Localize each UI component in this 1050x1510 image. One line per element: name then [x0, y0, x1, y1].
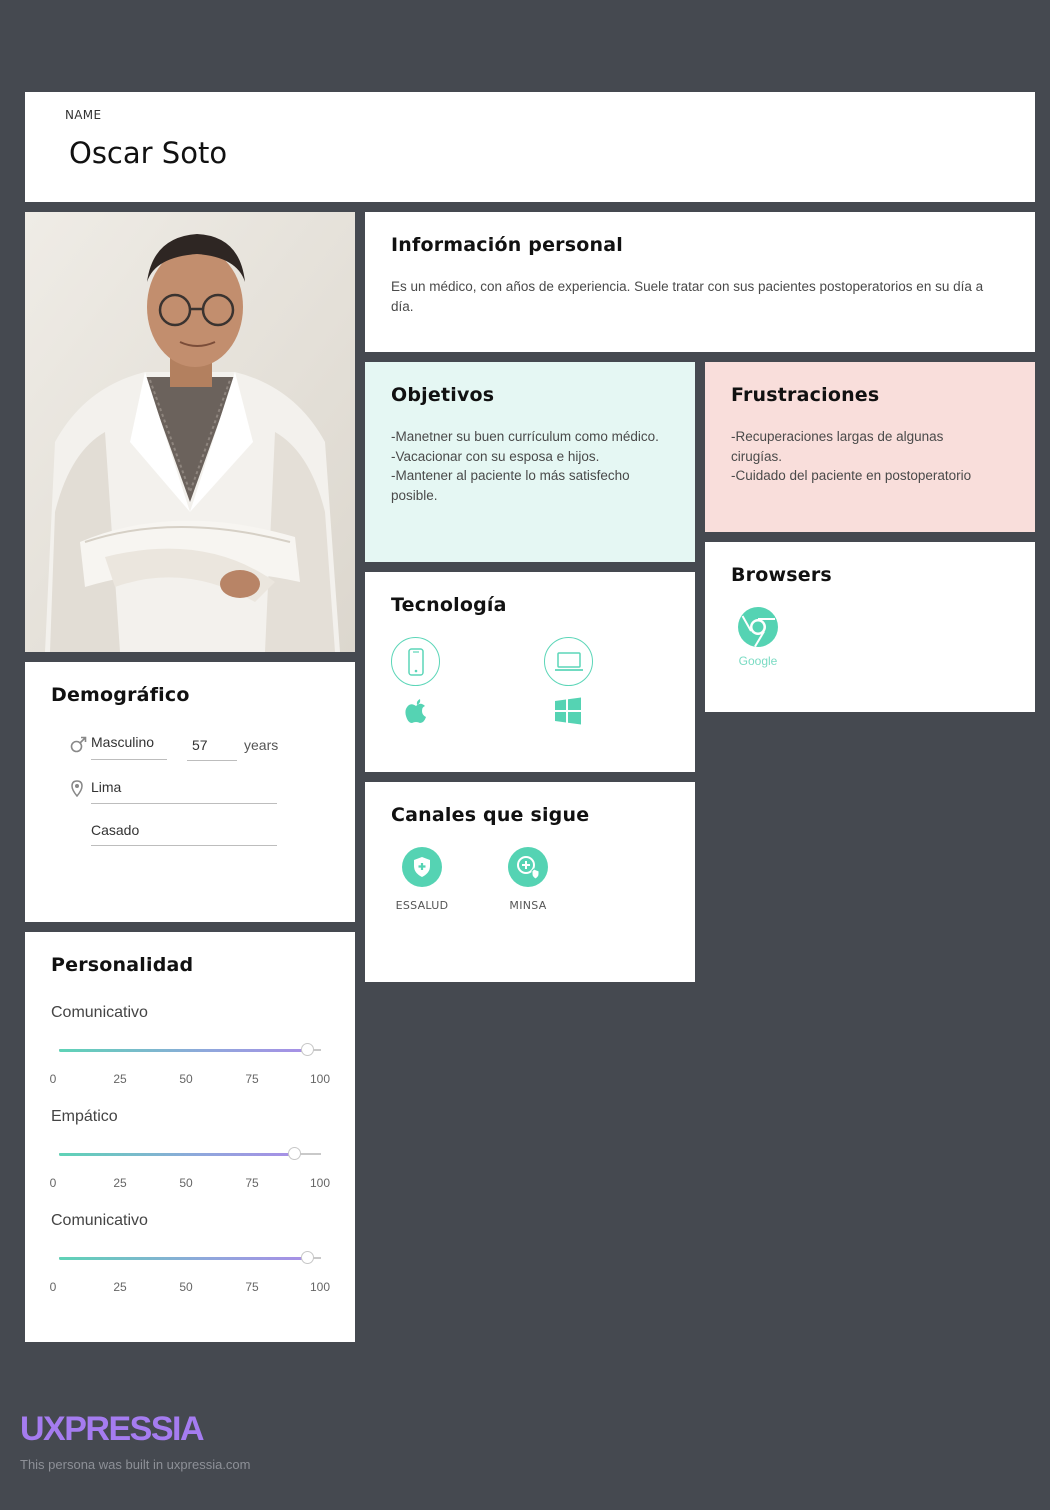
- scale-tick: 100: [309, 1176, 331, 1190]
- scale-tick: 25: [113, 1176, 127, 1190]
- scale-tick: 25: [113, 1280, 127, 1294]
- brand-logo[interactable]: UXPRESSIA: [20, 1410, 205, 1449]
- laptop-icon: [544, 637, 593, 686]
- apple-icon: [403, 697, 429, 725]
- frustration-item: -Recuperaciones largas de algunas cirugí…: [731, 429, 944, 464]
- chrome-icon: [738, 607, 778, 648]
- goals-card: Objetivos -Manetner su buen currículum c…: [365, 362, 695, 562]
- goal-item: -Vacacionar con su esposa e hijos.: [391, 448, 600, 464]
- demographic-title: Demográfico: [51, 684, 190, 706]
- goal-item: -Mantener al paciente lo más satisfecho …: [391, 468, 630, 503]
- trait-slider-handle[interactable]: [301, 1043, 315, 1056]
- scale-tick: 100: [309, 1072, 331, 1086]
- trait-scale: 0 25 50 75 100: [45, 1280, 345, 1296]
- status-field[interactable]: Casado: [91, 822, 139, 838]
- personal-info-title: Información personal: [391, 234, 623, 256]
- personal-info-text[interactable]: Es un médico, con años de experiencia. S…: [391, 277, 1009, 316]
- channel-label: MINSA: [509, 899, 547, 912]
- shield-plus-icon: [402, 847, 442, 887]
- trait-scale: 0 25 50 75 100: [45, 1072, 345, 1088]
- age-unit: years: [244, 737, 279, 753]
- persona-photo[interactable]: [25, 212, 355, 652]
- technology-title: Tecnología: [391, 594, 507, 616]
- scale-tick: 100: [309, 1280, 331, 1294]
- trait-slider-handle[interactable]: [301, 1251, 315, 1264]
- scale-tick: 0: [49, 1176, 57, 1190]
- persona-photo-image: [25, 212, 355, 652]
- location-underline: [91, 803, 277, 804]
- scale-tick: 50: [179, 1072, 193, 1086]
- gender-field[interactable]: Masculino: [91, 734, 154, 750]
- frustrations-title: Frustraciones: [731, 384, 880, 406]
- health-search-icon: [508, 847, 548, 887]
- scale-tick: 75: [245, 1176, 259, 1190]
- scale-tick: 75: [245, 1280, 259, 1294]
- channel-label: ESSALUD: [395, 899, 449, 912]
- trait-slider[interactable]: [59, 1043, 321, 1056]
- personality-card: Personalidad Comunicativo 0 25 50 75 100…: [25, 932, 355, 1342]
- trait-label: Comunicativo: [51, 1004, 148, 1021]
- channels-title: Canales que sigue: [391, 804, 590, 826]
- trait-slider[interactable]: [59, 1147, 321, 1160]
- trait-label: Empático: [51, 1108, 118, 1125]
- trait-slider-fill: [59, 1152, 295, 1156]
- browsers-title: Browsers: [731, 564, 832, 586]
- technology-card: Tecnología: [365, 572, 695, 772]
- scale-tick: 25: [113, 1072, 127, 1086]
- browser-item-google[interactable]: Google: [731, 606, 785, 668]
- browser-label: Google: [738, 654, 778, 668]
- channel-item-minsa[interactable]: MINSA: [498, 847, 558, 912]
- age-underline: [187, 760, 237, 761]
- status-underline: [91, 845, 277, 846]
- scale-tick: 0: [49, 1280, 57, 1294]
- location-pin-icon: [70, 779, 84, 797]
- age-field[interactable]: 57: [192, 737, 208, 753]
- scale-tick: 75: [245, 1072, 259, 1086]
- trait-slider-fill: [59, 1256, 308, 1260]
- personal-info-card: Información personal Es un médico, con a…: [365, 212, 1035, 352]
- trait-slider[interactable]: [59, 1251, 321, 1264]
- scale-tick: 50: [179, 1280, 193, 1294]
- scale-tick: 50: [179, 1176, 193, 1190]
- windows-icon: [554, 697, 582, 725]
- goal-item: -Manetner su buen currículum como médico…: [391, 429, 659, 444]
- frustrations-text[interactable]: -Recuperaciones largas de algunas cirugí…: [731, 427, 1015, 486]
- channels-card: Canales que sigue ESSALUD MINSA: [365, 782, 695, 982]
- gender-underline: [91, 759, 167, 760]
- footer-note: This persona was built in uxpressia.com: [20, 1457, 251, 1472]
- location-field[interactable]: Lima: [91, 779, 121, 795]
- smartphone-icon: [391, 637, 440, 686]
- channel-item-essalud[interactable]: ESSALUD: [392, 847, 452, 912]
- persona-name[interactable]: Oscar Soto: [69, 136, 227, 170]
- trait-slider-handle[interactable]: [288, 1147, 302, 1160]
- trait-slider-fill: [59, 1048, 308, 1052]
- browsers-card: Browsers Google: [705, 542, 1035, 712]
- trait-scale: 0 25 50 75 100: [45, 1176, 345, 1192]
- trait-label: Comunicativo: [51, 1212, 148, 1229]
- scale-tick: 0: [49, 1072, 57, 1086]
- name-label: NAME: [65, 108, 102, 122]
- frustration-item: -Cuidado del paciente en postoperatorio: [731, 468, 972, 483]
- demographic-card: Demográfico Masculino 57 years Lima Casa…: [25, 662, 355, 922]
- male-icon: [69, 735, 87, 753]
- personality-title: Personalidad: [51, 954, 194, 976]
- goals-text[interactable]: -Manetner su buen currículum como médico…: [391, 427, 665, 505]
- goals-title: Objetivos: [391, 384, 495, 406]
- frustrations-card: Frustraciones -Recuperaciones largas de …: [705, 362, 1035, 532]
- name-card: NAME Oscar Soto: [25, 92, 1035, 202]
